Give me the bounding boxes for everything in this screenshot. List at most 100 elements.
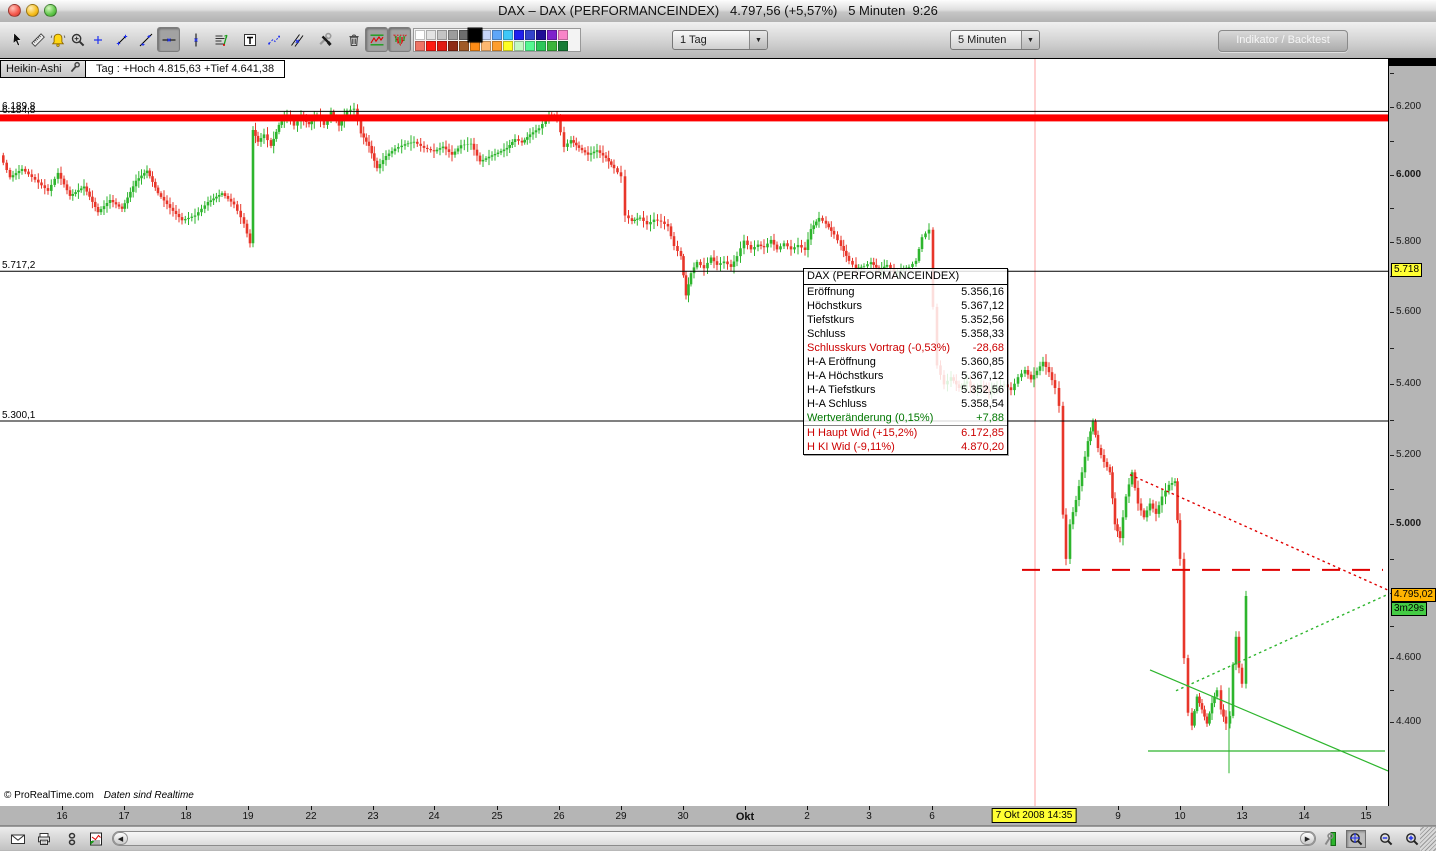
tool-parallel-lines-button[interactable] [285,27,308,52]
color-swatch[interactable] [525,30,535,40]
time-axis-label: 29 [615,811,626,822]
tooltip-row-value: 5.358,54 [961,397,1004,411]
color-swatch[interactable] [547,41,557,51]
tooltip-row: Tiefstkurs5.352,56 [804,313,1007,327]
color-swatch[interactable] [459,41,469,51]
settings-wrench-icon [1322,831,1338,847]
resize-grip[interactable] [1420,827,1436,851]
tooltip-row-label: Eröffnung [807,285,855,299]
tool-trash-button[interactable] [342,27,365,52]
tooltip-row-label: Höchstkurs [807,299,862,313]
color-swatch[interactable] [547,30,557,40]
color-swatch[interactable] [415,30,425,40]
color-swatch[interactable] [470,41,480,51]
time-tick [1118,806,1119,810]
color-swatch[interactable] [426,30,436,40]
time-axis-label: 10 [1174,811,1185,822]
tooltip-row: Schluss5.358,33 [804,327,1007,341]
color-swatch[interactable] [503,30,513,40]
time-axis-label: 15 [1360,811,1371,822]
price-tick [1390,208,1394,209]
tool-cross-point-button[interactable] [86,27,109,52]
tool-text-button[interactable] [238,27,261,52]
tab-heikin-ashi[interactable]: Heikin-Ashi [0,60,86,78]
color-swatch[interactable] [481,41,491,51]
color-swatch[interactable] [514,30,524,40]
mail-icon [10,831,26,847]
time-axis-label: 18 [180,811,191,822]
color-swatch[interactable] [536,30,546,40]
tool-tools-button[interactable] [313,27,336,52]
time-tick [683,806,684,810]
color-swatch[interactable] [481,30,491,40]
time-axis-label: 19 [242,811,253,822]
tool-horizontal-line-button[interactable] [157,27,180,52]
color-swatch[interactable] [492,41,502,51]
scroll-left-button[interactable]: ◀ [113,832,128,845]
time-tick [807,806,808,810]
price-axis[interactable]: 6.2006.0005.8005.6005.4005.2005.0004.600… [1388,58,1436,806]
color-swatch[interactable] [469,28,482,41]
color-swatch[interactable] [558,41,568,51]
time-tick [124,806,125,810]
day-high-low-info: Tag : +Hoch 4.815,63 +Tief 4.641,38 [86,60,285,78]
time-tick [1366,806,1367,810]
color-swatch[interactable] [415,41,425,51]
color-swatch[interactable] [437,41,447,51]
tool-line-button[interactable] [134,27,157,52]
axis-top-bar [1389,58,1436,66]
color-swatch[interactable] [448,30,458,40]
tool-segment-button[interactable] [110,27,133,52]
tool-fibonacci-button[interactable] [209,27,232,52]
time-axis[interactable]: 1617181922232425262930Okt2369101314157 O… [0,806,1436,826]
color-swatch[interactable] [459,30,469,40]
print-button[interactable] [34,830,54,848]
color-swatch[interactable] [514,41,524,51]
wrench-icon[interactable] [69,61,85,77]
tool-vertical-line-button[interactable] [184,27,207,52]
zoom-in-icon [1404,831,1420,847]
zoom-in-button[interactable] [1402,830,1422,848]
settings-wrench-button[interactable] [1320,830,1340,848]
chart-area[interactable]: Heikin-Ashi Tag : +Hoch 4.815,63 +Tief 4… [0,58,1388,807]
tooltip-row-label: H-A Schluss [807,397,867,411]
time-axis-label: 24 [428,811,439,822]
tool-pattern-channel-button[interactable] [365,27,388,52]
scroll-right-button[interactable]: ▶ [1300,832,1315,845]
color-swatch[interactable] [437,30,447,40]
window-title: DAX – DAX (PERFORMANCEINDEX) 4.797,56 (+… [0,0,1436,22]
time-axis-label: 9 [1115,811,1121,822]
color-swatch[interactable] [525,41,535,51]
mail-button[interactable] [8,830,28,848]
tool-polyline-button[interactable] [262,27,285,52]
price-tick [1390,690,1394,691]
price-tick [1390,141,1394,142]
chevron-down-icon[interactable]: ▼ [749,31,767,49]
color-swatch[interactable] [492,30,502,40]
parallel-lines-icon [289,32,305,48]
period-dropdown[interactable]: 1 Tag ▼ [672,30,768,50]
period-dropdown-value: 1 Tag [673,34,749,46]
price-tick [1390,73,1394,74]
zoom-fit-button[interactable] [1346,830,1366,848]
alarm-icon [50,32,66,48]
zoom-out-button[interactable] [1376,830,1396,848]
chevron-down-icon[interactable]: ▼ [1021,31,1039,49]
interval-dropdown[interactable]: 5 Minuten ▼ [950,30,1040,50]
tool-pattern-detect-button[interactable] [388,27,411,52]
tooltip-row: H-A Höchstkurs5.367,12 [804,369,1007,383]
polyline-icon [266,32,282,48]
horizontal-scrollbar[interactable]: ◀ ▶ [112,831,1316,846]
color-swatch[interactable] [558,30,568,40]
candlestick-plot[interactable] [0,59,1388,807]
report-button[interactable] [86,830,106,848]
tooltip-row-value: +7,88 [976,411,1004,425]
indicator-backtest-button[interactable]: Indikator / Backtest [1218,30,1348,52]
color-swatch[interactable] [426,41,436,51]
price-axis-label: 6.200 [1396,102,1421,112]
link-button[interactable] [62,830,82,848]
color-swatch[interactable] [536,41,546,51]
time-axis-label: 14 [1298,811,1309,822]
color-swatch[interactable] [503,41,513,51]
color-swatch[interactable] [448,41,458,51]
